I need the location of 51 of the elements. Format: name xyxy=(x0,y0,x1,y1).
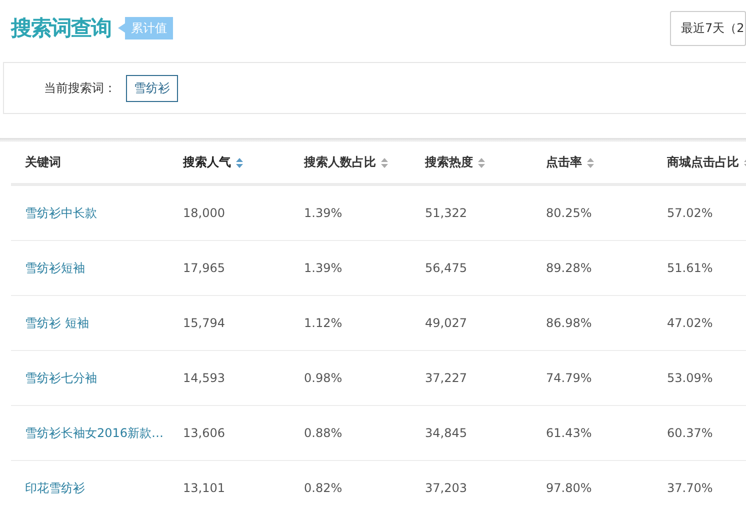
table-cell: 74.79% xyxy=(546,371,592,385)
table-cell: 61.43% xyxy=(546,426,592,440)
table-cell: 56,475 xyxy=(425,261,467,275)
table-cell: 37.70% xyxy=(667,481,713,495)
table-cell: 37,203 xyxy=(425,481,467,495)
search-term-tag[interactable]: 雪纺衫 xyxy=(126,74,178,102)
table-cell: 34,845 xyxy=(425,426,467,440)
column-header[interactable]: 商城点击占比 xyxy=(667,154,739,171)
table-cell: 51,322 xyxy=(425,206,467,220)
sort-icon[interactable] xyxy=(587,158,594,168)
keyword-link[interactable]: 印花雪纺衫 xyxy=(25,480,85,496)
keyword-link[interactable]: 雪纺衫 短袖 xyxy=(25,314,89,332)
column-header[interactable]: 点击率 xyxy=(546,154,582,171)
current-term-label: 当前搜索词： xyxy=(44,80,116,96)
table-cell: 1.12% xyxy=(304,316,342,330)
table-cell: 18,000 xyxy=(183,206,225,220)
page-title: 搜索词查询 xyxy=(11,15,111,42)
table-cell: 97.80% xyxy=(546,481,592,495)
keyword-link[interactable]: 雪纺衫长袖女2016新款… xyxy=(25,424,164,442)
table-cell: 1.39% xyxy=(304,206,342,220)
table-cell: 51.61% xyxy=(667,261,713,275)
table-cell: 47.02% xyxy=(667,316,713,330)
table-cell: 17,965 xyxy=(183,261,225,275)
table-cell: 37,227 xyxy=(425,371,467,385)
column-header[interactable]: 搜索人气 xyxy=(183,154,231,171)
column-header[interactable]: 搜索人数占比 xyxy=(304,154,376,171)
table-cell: 15,794 xyxy=(183,316,225,330)
table-cell: 86.98% xyxy=(546,316,592,330)
column-header[interactable]: 搜索热度 xyxy=(425,154,473,171)
table-cell: 13,606 xyxy=(183,426,225,440)
column-header: 关键词 xyxy=(25,154,61,171)
date-range-select[interactable]: 最近7天（2 xyxy=(670,10,746,46)
keyword-link[interactable]: 雪纺衫七分袖 xyxy=(25,370,97,386)
sort-icon[interactable] xyxy=(381,158,388,168)
table-cell: 60.37% xyxy=(667,426,713,440)
table-cell: 0.88% xyxy=(304,426,342,440)
table-cell: 49,027 xyxy=(425,316,467,330)
badge: 累计值 xyxy=(118,16,173,40)
table-cell: 80.25% xyxy=(546,206,592,220)
keyword-link[interactable]: 雪纺衫中长款 xyxy=(25,204,97,222)
table-cell: 89.28% xyxy=(546,261,592,275)
keyword-link[interactable]: 雪纺衫短袖 xyxy=(25,260,85,276)
sort-icon[interactable] xyxy=(478,158,485,168)
table-cell: 57.02% xyxy=(667,206,713,220)
table-cell: 53.09% xyxy=(667,371,713,385)
sort-icon[interactable] xyxy=(236,158,243,168)
table-cell: 14,593 xyxy=(183,371,225,385)
table-cell: 1.39% xyxy=(304,261,342,275)
table-cell: 13,101 xyxy=(183,481,225,495)
table-cell: 0.98% xyxy=(304,371,342,385)
table-cell: 0.82% xyxy=(304,481,342,495)
